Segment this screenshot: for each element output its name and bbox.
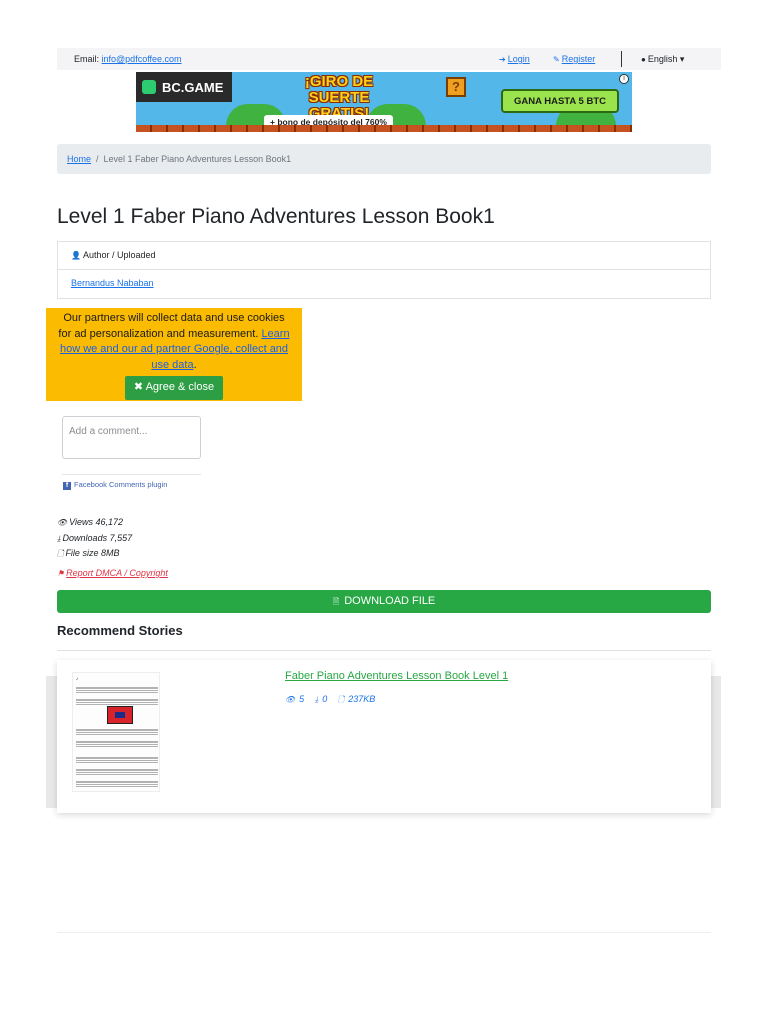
author-header-label: Author / Uploaded bbox=[82, 250, 156, 260]
cookie-consent-banner: Our partners will collect data and use c… bbox=[46, 308, 302, 401]
music-staff bbox=[76, 699, 158, 706]
views-stat: 👁 Views 46,172 bbox=[57, 515, 132, 531]
author-card-header: 👤 Author / Uploaded bbox=[58, 242, 710, 270]
question-block-icon: ? bbox=[446, 77, 466, 97]
music-staff bbox=[76, 741, 158, 748]
download-label: DOWNLOAD FILE bbox=[344, 595, 436, 607]
download-icon: ⤓ bbox=[314, 695, 319, 704]
document-thumbnail[interactable]: ♪ bbox=[72, 672, 160, 792]
music-staff bbox=[76, 757, 158, 764]
file-icon: 🗋 bbox=[337, 695, 345, 704]
email-info: Email: info@pdfcoffee.com bbox=[74, 54, 182, 64]
recommend-card: ♪ Faber Piano Adventures Lesson Book Lev… bbox=[57, 660, 711, 813]
views-label: Views 46,172 bbox=[69, 517, 124, 527]
facebook-comments-plugin[interactable]: f Facebook Comments plugin bbox=[63, 480, 167, 490]
register-label: Register bbox=[561, 54, 596, 64]
download-icon: ⤓ bbox=[57, 533, 61, 543]
login-label: Login bbox=[507, 54, 530, 64]
recommend-size-value: 237KB bbox=[348, 694, 376, 704]
ad-banner[interactable]: BC.GAME ¡GIRO DE SUERTE GRATIS! ? GANA H… bbox=[136, 72, 632, 132]
report-dmca-link[interactable]: ⚑ Report DMCA / Copyright bbox=[57, 568, 168, 578]
music-staff bbox=[76, 729, 158, 736]
language-label: English bbox=[647, 54, 678, 64]
file-size-label: File size 8MB bbox=[65, 548, 120, 558]
user-icon: 👤 bbox=[71, 251, 81, 260]
language-dropdown[interactable]: ● English ▾ bbox=[641, 54, 684, 65]
sign-in-icon: ➔ bbox=[499, 55, 506, 64]
topbar-divider bbox=[621, 51, 622, 67]
recommend-divider bbox=[57, 650, 711, 651]
card-shadow bbox=[711, 676, 721, 808]
comment-input[interactable]: Add a comment... bbox=[62, 416, 201, 459]
register-link[interactable]: ✎ Register bbox=[553, 54, 595, 64]
flag-icon: ⚑ bbox=[57, 569, 65, 578]
recommend-views: 👁 5 bbox=[285, 694, 308, 704]
close-icon: ✖ bbox=[133, 381, 144, 393]
recommend-downloads-count: 0 bbox=[322, 694, 328, 704]
agree-close-button[interactable]: ✖ Agree & close bbox=[124, 376, 224, 400]
login-link[interactable]: ➔ Login bbox=[499, 54, 530, 64]
download-file-button[interactable]: 🗎 DOWNLOAD FILE bbox=[57, 590, 711, 613]
banner-brand: BC.GAME bbox=[162, 79, 224, 95]
recommend-item-meta: 👁 5 ⤓ 0 🗋 237KB bbox=[285, 694, 383, 708]
top-bar: Email: info@pdfcoffee.com ➔ Login ✎ Regist… bbox=[57, 48, 721, 70]
file-icon: 🗋 bbox=[57, 549, 64, 558]
facebook-icon: f bbox=[63, 482, 71, 490]
eye-icon: 👁 bbox=[57, 518, 68, 527]
file-stats: 👁 Views 46,172 ⤓ Downloads 7,557 🗋 File siz… bbox=[57, 515, 132, 562]
pdf-file-icon: 🗎 bbox=[332, 597, 340, 606]
recommend-item-link[interactable]: Faber Piano Adventures Lesson Book Level… bbox=[285, 670, 508, 682]
caret-down-icon: ▾ bbox=[679, 54, 685, 64]
downloads-stat: ⤓ Downloads 7,557 bbox=[57, 531, 132, 547]
banner-ground bbox=[136, 125, 632, 132]
footer-divider bbox=[57, 932, 711, 933]
ad-info-icon[interactable]: i bbox=[619, 74, 629, 84]
eye-icon: 👁 bbox=[285, 695, 296, 704]
email-link[interactable]: info@pdfcoffee.com bbox=[102, 54, 182, 64]
banner-logo: BC.GAME bbox=[136, 72, 232, 102]
recommend-size: 🗋 237KB bbox=[338, 694, 379, 704]
consent-text: Our partners will collect data and use c… bbox=[58, 312, 285, 340]
breadcrumb: Home / Level 1 Faber Piano Adventures Less… bbox=[57, 144, 711, 174]
music-staff bbox=[76, 769, 158, 776]
music-staff bbox=[76, 781, 158, 788]
author-link[interactable]: Bernandus Nababan bbox=[71, 278, 154, 288]
music-staff bbox=[76, 687, 158, 694]
edit-icon: ✎ bbox=[553, 55, 560, 64]
globe-icon: ● bbox=[641, 55, 646, 64]
recommend-downloads: ⤓ 0 bbox=[315, 694, 332, 704]
thumbnail-illustration bbox=[107, 706, 133, 724]
report-label: Report DMCA / Copyright bbox=[66, 568, 168, 578]
agree-label: Agree & close bbox=[145, 381, 215, 393]
email-label: Email: bbox=[74, 54, 100, 64]
breadcrumb-separator: / bbox=[96, 154, 99, 164]
recommend-views-count: 5 bbox=[299, 694, 305, 704]
consent-suffix: . bbox=[193, 358, 197, 371]
comments-divider bbox=[62, 474, 201, 475]
author-card-body: Bernandus Nababan bbox=[58, 270, 710, 288]
breadcrumb-home[interactable]: Home bbox=[67, 154, 91, 164]
downloads-label: Downloads 7,557 bbox=[62, 532, 133, 543]
author-card: 👤 Author / Uploaded Bernandus Nababan bbox=[57, 241, 711, 299]
page: Email: info@pdfcoffee.com ➔ Login ✎ Regist… bbox=[0, 0, 768, 1024]
file-size-stat: 🗋 File size 8MB bbox=[57, 546, 132, 562]
page-title: Level 1 Faber Piano Adventures Lesson Bo… bbox=[57, 205, 495, 228]
bcgame-logo-icon bbox=[142, 80, 156, 94]
thumbnail-page-title: ♪ bbox=[76, 676, 79, 681]
facebook-plugin-label: Facebook Comments plugin bbox=[74, 480, 168, 489]
banner-cta[interactable]: GANA HASTA 5 BTC bbox=[501, 89, 619, 113]
recommend-heading: Recommend Stories bbox=[57, 623, 183, 638]
breadcrumb-current: Level 1 Faber Piano Adventures Lesson Bo… bbox=[103, 154, 292, 164]
